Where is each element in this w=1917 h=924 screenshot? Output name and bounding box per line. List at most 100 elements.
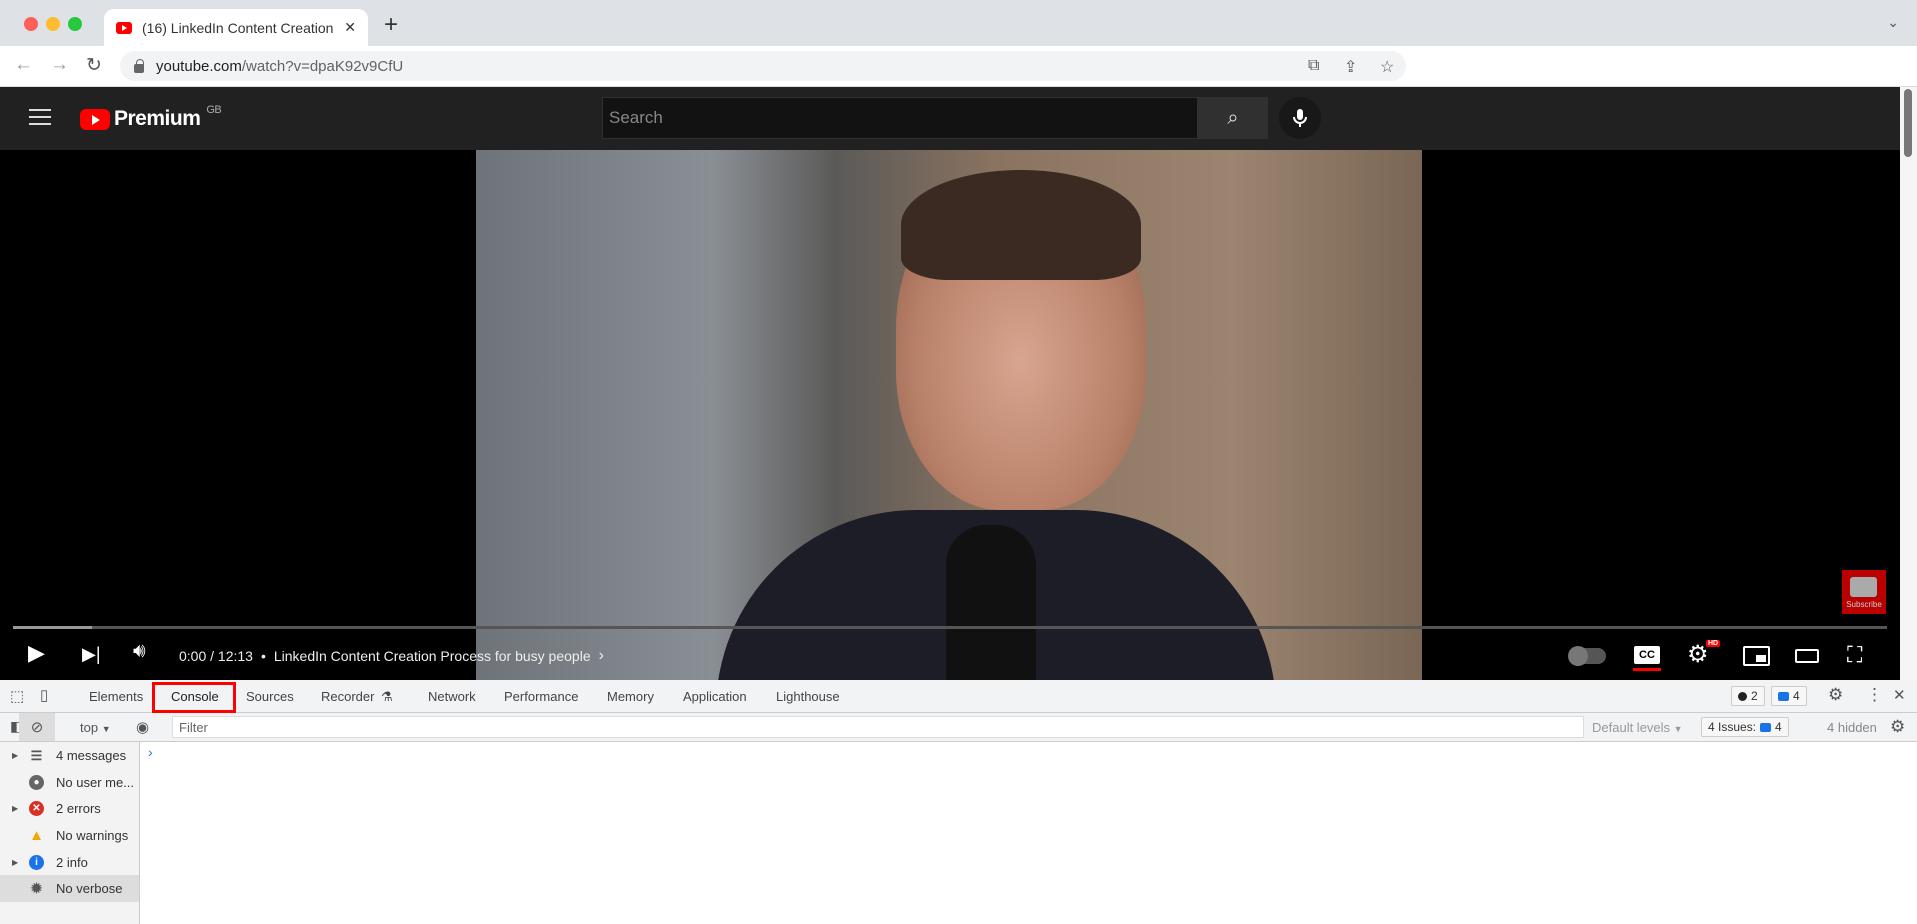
levels-label: Default levels <box>1592 720 1671 735</box>
theater-mode-icon[interactable] <box>1795 649 1819 663</box>
tab-network[interactable]: Network <box>428 689 476 704</box>
url-input[interactable]: youtube.com/watch?v=dpaK92v9CfU ⧉ ⇪ ☆ <box>120 51 1406 81</box>
sidebar-item-messages[interactable]: ▶ ☰ 4 messages <box>0 742 139 769</box>
fullscreen-icon[interactable]: ⛶ <box>1847 642 1862 668</box>
buffered-bar <box>13 626 92 629</box>
autoplay-toggle[interactable] <box>1568 646 1606 666</box>
back-arrow-icon[interactable]: ← <box>14 54 33 76</box>
bug-icon: ✹ <box>30 880 43 897</box>
search-input[interactable]: Search <box>602 97 1198 139</box>
dropdown-arrow-icon: ▼ <box>101 724 111 734</box>
chevron-right-icon[interactable]: › <box>599 647 604 665</box>
warning-icon: ▲ <box>29 826 44 844</box>
share-icon[interactable]: ⇪ <box>1344 57 1357 77</box>
console-prompt[interactable]: › <box>148 744 153 760</box>
context-selector[interactable]: top ▼ <box>80 720 111 735</box>
search-icon: ⌕ <box>1227 106 1239 129</box>
youtube-logo-icon <box>80 108 110 130</box>
volume-icon[interactable]: 🔊︎ <box>133 640 146 663</box>
lock-icon <box>134 58 144 73</box>
captions-button[interactable]: CC <box>1634 646 1660 664</box>
issues-count-badge[interactable]: 4 <box>1771 686 1807 706</box>
tab-sources[interactable]: Sources <box>246 689 294 704</box>
clear-console-icon[interactable]: ⊘ <box>19 713 55 741</box>
sidebar-item-info[interactable]: ▶ i 2 info <box>0 849 139 876</box>
subscribe-watermark[interactable]: Subscribe <box>1842 570 1886 614</box>
expand-arrow-icon[interactable]: ▶ <box>12 804 18 813</box>
video-frame <box>476 150 1422 680</box>
info-icon: i <box>29 854 44 870</box>
error-icon: ✕ <box>29 801 44 817</box>
url-path: /watch?v=dpaK92v9CfU <box>241 57 404 75</box>
search-button[interactable]: ⌕ <box>1198 97 1268 139</box>
logo-text: Premium <box>114 107 201 130</box>
voice-search-button[interactable] <box>1279 97 1321 139</box>
sidebar-item-label: 4 messages <box>56 747 127 763</box>
sidebar-item-verbose[interactable]: ✹ No verbose <box>0 875 139 903</box>
browser-tab[interactable]: (16) LinkedIn Content Creation Process f… <box>104 9 368 46</box>
tab-performance[interactable]: Performance <box>504 689 578 704</box>
issues-button[interactable]: 4 Issues: 4 <box>1701 717 1789 737</box>
sidebar-item-label: No user me... <box>56 774 135 790</box>
live-expression-eye-icon[interactable]: ◉ <box>136 718 149 736</box>
video-player[interactable]: Subscribe ▶ ▶| 🔊︎ 0:00 / 12:13 • LinkedI… <box>0 150 1900 680</box>
device-toolbar-icon[interactable]: ▯ <box>40 686 48 704</box>
flask-icon: ⚗ <box>381 689 393 704</box>
list-icon: ☰ <box>30 747 43 763</box>
expand-arrow-icon[interactable]: ▶ <box>12 751 18 760</box>
dropdown-arrow-icon: ▼ <box>1673 724 1683 734</box>
devtools-settings-icon[interactable]: ⚙ <box>1828 685 1843 705</box>
tab-title: (16) LinkedIn Content Creation Process f… <box>142 19 336 36</box>
tab-lighthouse[interactable]: Lighthouse <box>776 689 840 704</box>
issue-count: 4 <box>1793 689 1800 703</box>
expand-arrow-icon[interactable]: ▶ <box>12 858 18 867</box>
filter-input[interactable]: Filter <box>172 716 1584 738</box>
maximize-window-button[interactable] <box>68 17 82 31</box>
tab-elements[interactable]: Elements <box>89 689 143 704</box>
sidebar-item-label: 2 errors <box>56 801 101 817</box>
menu-icon[interactable] <box>29 109 51 130</box>
close-tab-icon[interactable]: ✕ <box>344 19 356 36</box>
url-domain: youtube.com <box>156 57 242 75</box>
message-bubble-icon <box>1760 722 1772 732</box>
bookmark-star-icon[interactable]: ☆ <box>1380 57 1394 77</box>
console-toolbar: ◧ ⊘ top ▼ ◉ Filter Default levels ▼ 4 Is… <box>0 713 1917 742</box>
address-bar-row: ← → ↻ youtube.com/watch?v=dpaK92v9CfU ⧉ … <box>0 46 1917 87</box>
log-levels-dropdown[interactable]: Default levels ▼ <box>1592 720 1683 735</box>
sidebar-item-user-messages[interactable]: ● No user me... <box>0 769 139 796</box>
close-window-button[interactable] <box>24 17 38 31</box>
sidebar-item-errors[interactable]: ▶ ✕ 2 errors <box>0 795 139 822</box>
forward-arrow-icon[interactable]: → <box>50 54 69 76</box>
open-external-icon[interactable]: ⧉ <box>1308 57 1319 75</box>
console-sidebar: ▶ ☰ 4 messages ● No user me... ▶ ✕ 2 errors ▲… <box>0 742 140 924</box>
time-display: 0:00 / 12:13 <box>179 648 253 664</box>
close-devtools-icon[interactable]: ✕ <box>1893 686 1906 704</box>
reload-icon[interactable]: ↻ <box>86 54 102 77</box>
miniplayer-icon[interactable] <box>1743 646 1770 666</box>
message-bubble-icon <box>1778 691 1789 701</box>
console-settings-icon[interactable]: ⚙ <box>1890 717 1905 737</box>
play-icon[interactable]: ▶ <box>28 640 45 666</box>
sidebar-item-label: 2 info <box>56 854 88 870</box>
next-icon[interactable]: ▶| <box>82 644 101 665</box>
more-options-icon[interactable]: ⋮ <box>1866 685 1883 705</box>
minimize-window-button[interactable] <box>46 17 60 31</box>
tab-application[interactable]: Application <box>683 689 747 704</box>
error-count-badge[interactable]: 2 <box>1731 686 1765 706</box>
tab-recorder[interactable]: Recorder <box>321 689 374 704</box>
hidden-count: 4 hidden <box>1827 720 1877 735</box>
tab-search-chevron-icon[interactable]: ⌄ <box>1887 14 1899 31</box>
tab-memory[interactable]: Memory <box>607 689 654 704</box>
hd-badge: HD <box>1706 640 1721 647</box>
inspect-element-icon[interactable]: ⬚ <box>10 687 24 705</box>
context-value: top <box>80 720 99 735</box>
chapter-title[interactable]: LinkedIn Content Creation Process for bu… <box>274 648 591 664</box>
progress-bar[interactable] <box>13 626 1887 629</box>
video-microphone <box>946 525 1036 680</box>
issues-count: 4 <box>1775 720 1782 734</box>
new-tab-button[interactable]: + <box>384 11 398 39</box>
sidebar-item-warnings[interactable]: ▲ No warnings <box>0 822 139 849</box>
youtube-premium-logo[interactable]: Premium GB <box>80 104 222 131</box>
page-scrollbar[interactable] <box>1900 87 1917 680</box>
scrollbar-thumb[interactable] <box>1904 89 1912 157</box>
